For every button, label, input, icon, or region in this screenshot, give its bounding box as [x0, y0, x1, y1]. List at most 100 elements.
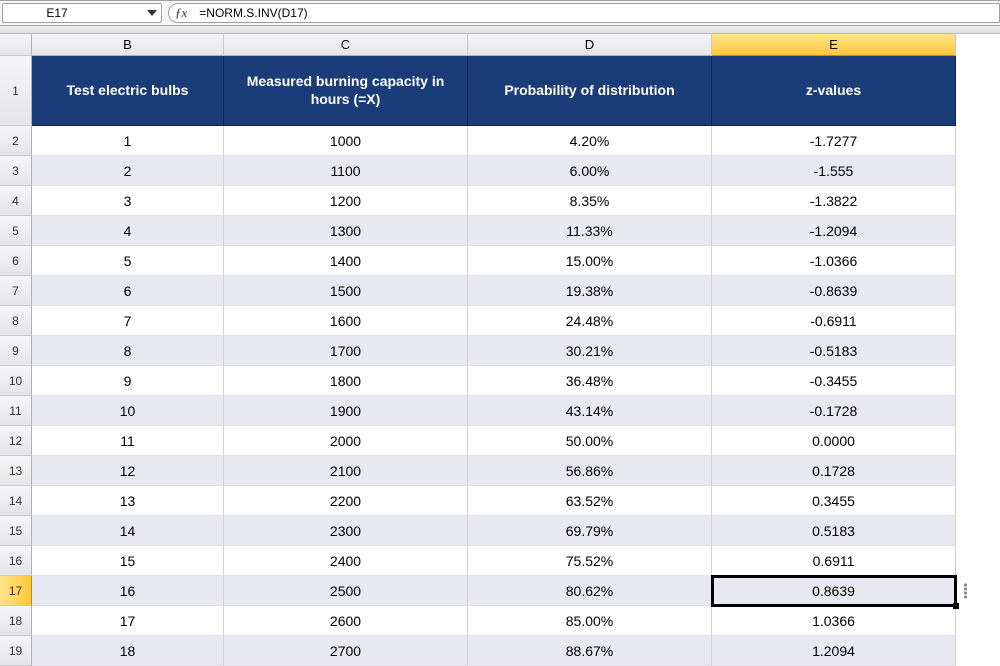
cell-D7[interactable]: 19.38% [468, 276, 712, 306]
formula-input[interactable] [199, 6, 999, 20]
row-header-2[interactable]: 2 [0, 126, 32, 156]
cell-B9[interactable]: 8 [32, 336, 224, 366]
cell-D13[interactable]: 56.86% [468, 456, 712, 486]
col-header-C[interactable]: C [224, 34, 468, 56]
cell-B3[interactable]: 2 [32, 156, 224, 186]
cell-D17[interactable]: 80.62% [468, 576, 712, 606]
row-header-13[interactable]: 13 [0, 456, 32, 486]
cell-C10[interactable]: 1800 [224, 366, 468, 396]
cell-D15[interactable]: 69.79% [468, 516, 712, 546]
row-header-9[interactable]: 9 [0, 336, 32, 366]
cell-D2[interactable]: 4.20% [468, 126, 712, 156]
cell-E9[interactable]: -0.5183 [712, 336, 956, 366]
cell-D14[interactable]: 63.52% [468, 486, 712, 516]
row-header-14[interactable]: 14 [0, 486, 32, 516]
cell-E19[interactable]: 1.2094 [712, 636, 956, 666]
name-box[interactable] [7, 6, 107, 20]
cell-C19[interactable]: 2700 [224, 636, 468, 666]
header-cell-D[interactable]: Probability of distribution [468, 56, 712, 126]
name-box-dropdown-icon[interactable] [147, 10, 157, 16]
cell-D19[interactable]: 88.67% [468, 636, 712, 666]
fill-handle[interactable] [953, 603, 959, 609]
cell-C13[interactable]: 2100 [224, 456, 468, 486]
cell-C18[interactable]: 2600 [224, 606, 468, 636]
cell-D5[interactable]: 11.33% [468, 216, 712, 246]
select-all-corner[interactable] [0, 34, 32, 56]
cell-E15[interactable]: 0.5183 [712, 516, 956, 546]
cell-B10[interactable]: 9 [32, 366, 224, 396]
cell-C6[interactable]: 1400 [224, 246, 468, 276]
cell-C7[interactable]: 1500 [224, 276, 468, 306]
cell-B4[interactable]: 3 [32, 186, 224, 216]
cell-B11[interactable]: 10 [32, 396, 224, 426]
header-cell-B[interactable]: Test electric bulbs [32, 56, 224, 126]
cell-E18[interactable]: 1.0366 [712, 606, 956, 636]
cell-B6[interactable]: 5 [32, 246, 224, 276]
row-header-12[interactable]: 12 [0, 426, 32, 456]
cell-C17[interactable]: 2500 [224, 576, 468, 606]
cell-D3[interactable]: 6.00% [468, 156, 712, 186]
row-header-5[interactable]: 5 [0, 216, 32, 246]
cell-E10[interactable]: -0.3455 [712, 366, 956, 396]
cell-E2[interactable]: -1.7277 [712, 126, 956, 156]
row-header-11[interactable]: 11 [0, 396, 32, 426]
header-cell-E[interactable]: z-values [712, 56, 956, 126]
col-header-B[interactable]: B [32, 34, 224, 56]
cell-E7[interactable]: -0.8639 [712, 276, 956, 306]
cell-C4[interactable]: 1200 [224, 186, 468, 216]
cell-C2[interactable]: 1000 [224, 126, 468, 156]
cell-E11[interactable]: -0.1728 [712, 396, 956, 426]
row-header-19[interactable]: 19 [0, 636, 32, 666]
cell-D10[interactable]: 36.48% [468, 366, 712, 396]
cell-C5[interactable]: 1300 [224, 216, 468, 246]
cell-B18[interactable]: 17 [32, 606, 224, 636]
cell-B7[interactable]: 6 [32, 276, 224, 306]
cell-B17[interactable]: 16 [32, 576, 224, 606]
name-box-container[interactable] [2, 3, 162, 23]
cell-E5[interactable]: -1.2094 [712, 216, 956, 246]
cell-D16[interactable]: 75.52% [468, 546, 712, 576]
col-header-E[interactable]: E [712, 34, 956, 56]
cell-E12[interactable]: 0.0000 [712, 426, 956, 456]
col-header-D[interactable]: D [468, 34, 712, 56]
cell-E14[interactable]: 0.3455 [712, 486, 956, 516]
cell-E3[interactable]: -1.555 [712, 156, 956, 186]
header-cell-C[interactable]: Measured burning capacity in hours (=X) [224, 56, 468, 126]
row-header-7[interactable]: 7 [0, 276, 32, 306]
cell-C11[interactable]: 1900 [224, 396, 468, 426]
cell-B2[interactable]: 1 [32, 126, 224, 156]
cell-B16[interactable]: 15 [32, 546, 224, 576]
cell-B19[interactable]: 18 [32, 636, 224, 666]
cell-E16[interactable]: 0.6911 [712, 546, 956, 576]
cell-C15[interactable]: 2300 [224, 516, 468, 546]
cell-E4[interactable]: -1.3822 [712, 186, 956, 216]
cell-B14[interactable]: 13 [32, 486, 224, 516]
row-header-8[interactable]: 8 [0, 306, 32, 336]
cell-C8[interactable]: 1600 [224, 306, 468, 336]
cell-E8[interactable]: -0.6911 [712, 306, 956, 336]
row-header-18[interactable]: 18 [0, 606, 32, 636]
cell-E13[interactable]: 0.1728 [712, 456, 956, 486]
row-header-3[interactable]: 3 [0, 156, 32, 186]
cell-B12[interactable]: 11 [32, 426, 224, 456]
cell-E6[interactable]: -1.0366 [712, 246, 956, 276]
row-header-1[interactable]: 1 [0, 56, 32, 126]
cell-D11[interactable]: 43.14% [468, 396, 712, 426]
cell-E17[interactable]: 0.8639 [712, 576, 956, 606]
cell-B5[interactable]: 4 [32, 216, 224, 246]
cell-D18[interactable]: 85.00% [468, 606, 712, 636]
cell-D9[interactable]: 30.21% [468, 336, 712, 366]
cell-B15[interactable]: 14 [32, 516, 224, 546]
cell-C9[interactable]: 1700 [224, 336, 468, 366]
cell-D12[interactable]: 50.00% [468, 426, 712, 456]
cell-C16[interactable]: 2400 [224, 546, 468, 576]
row-header-4[interactable]: 4 [0, 186, 32, 216]
row-header-15[interactable]: 15 [0, 516, 32, 546]
fx-icon[interactable]: ƒx [175, 5, 187, 21]
row-header-10[interactable]: 10 [0, 366, 32, 396]
cell-D6[interactable]: 15.00% [468, 246, 712, 276]
cell-C12[interactable]: 2000 [224, 426, 468, 456]
cell-B8[interactable]: 7 [32, 306, 224, 336]
cell-C14[interactable]: 2200 [224, 486, 468, 516]
cell-D4[interactable]: 8.35% [468, 186, 712, 216]
